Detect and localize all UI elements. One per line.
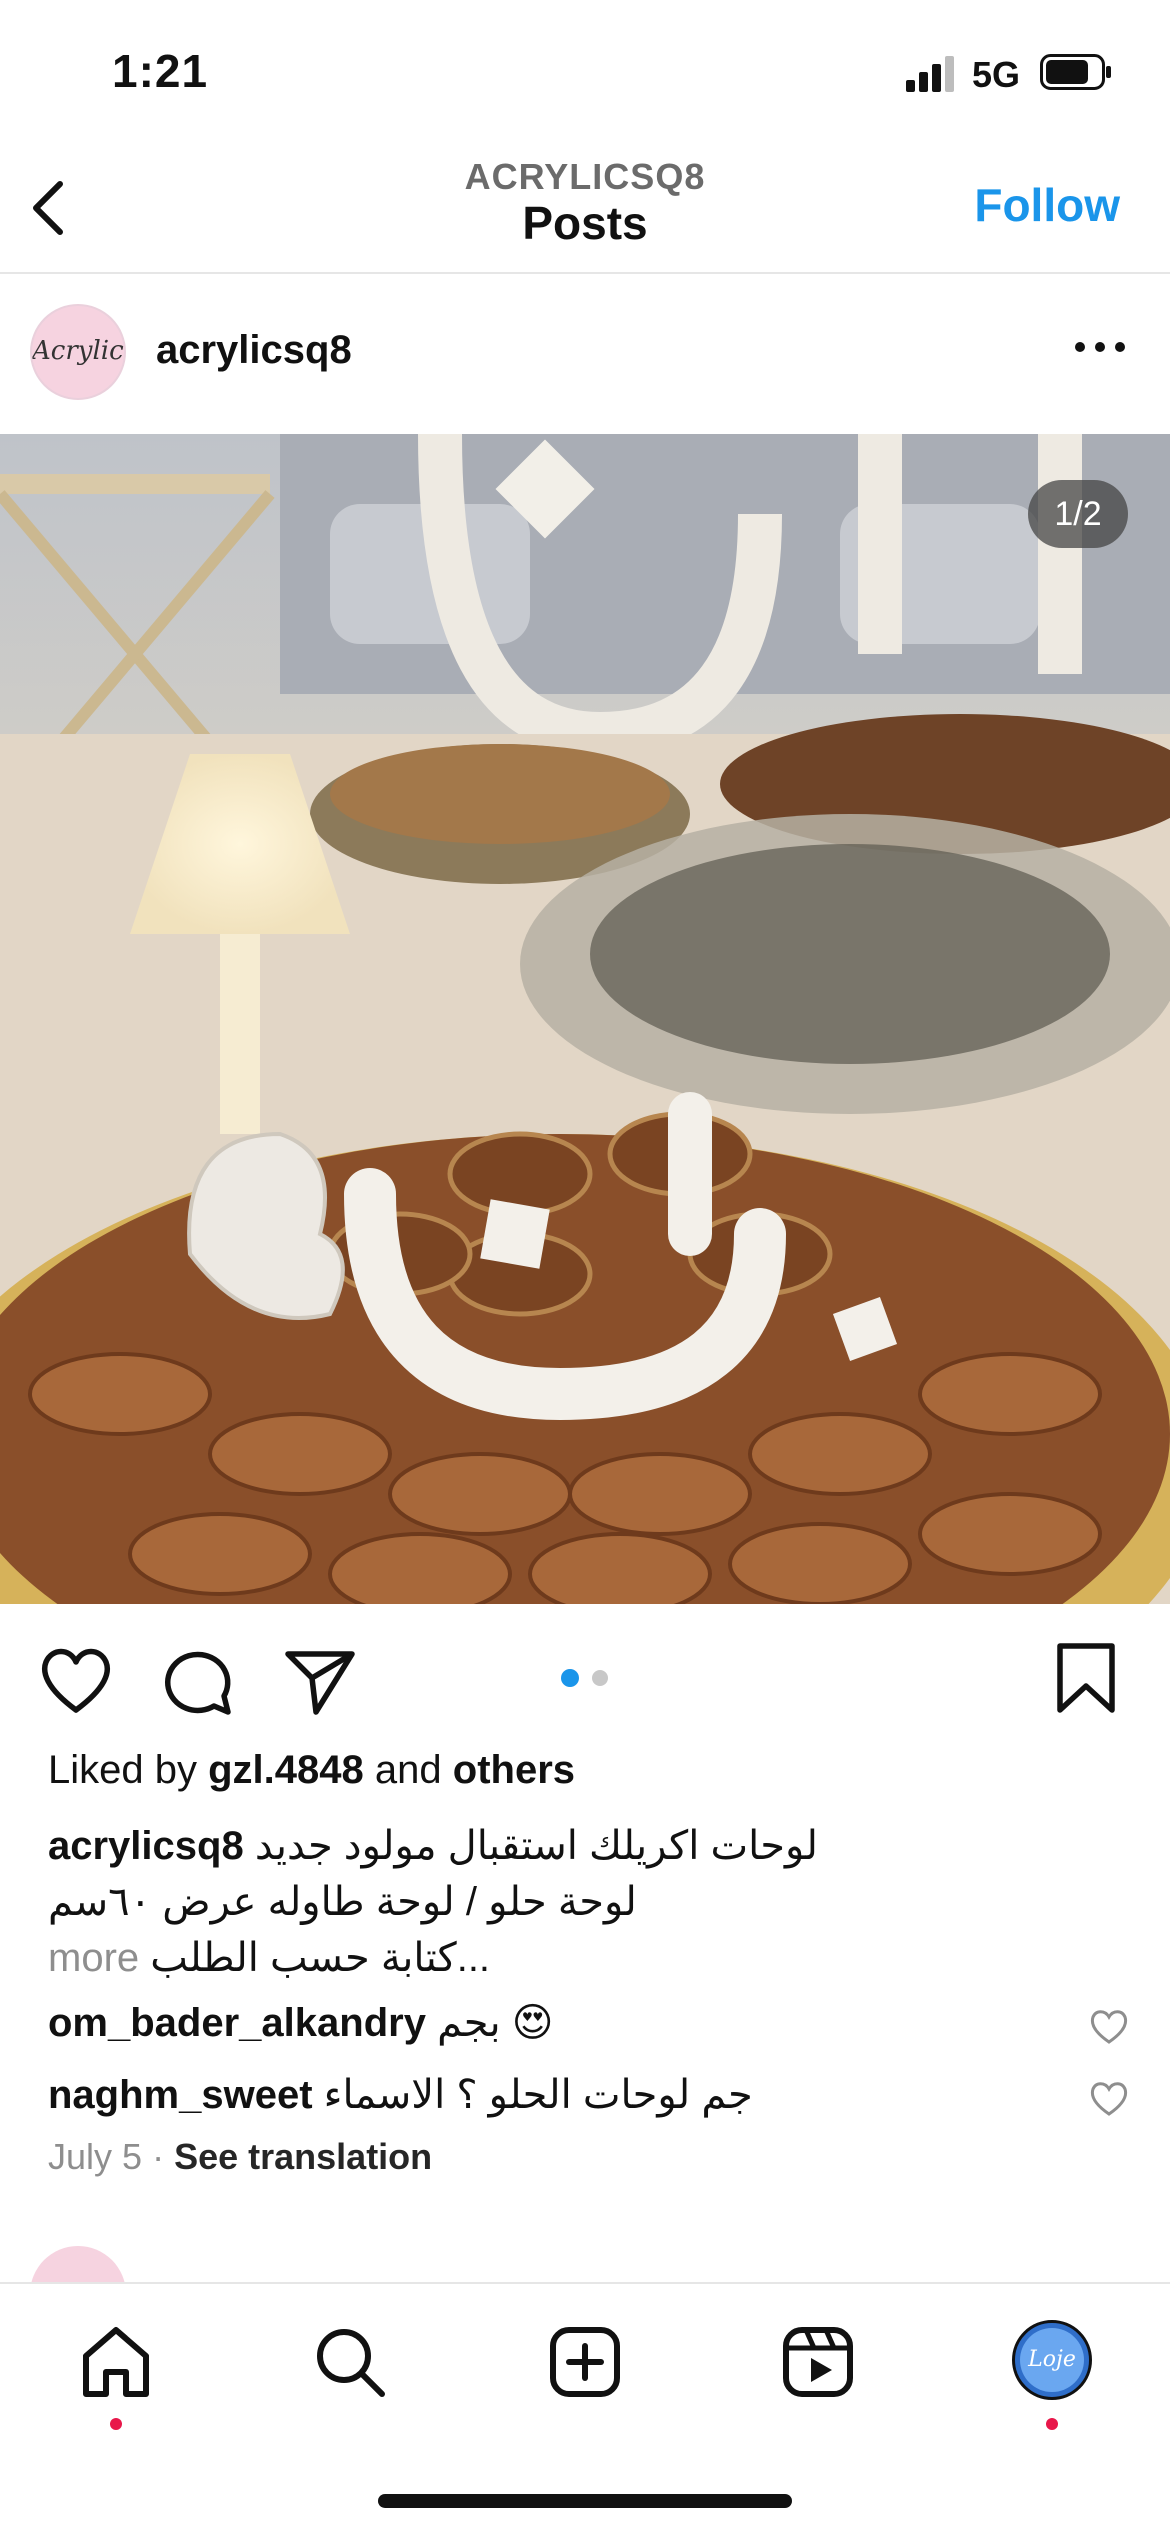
comment-like-heart-icon[interactable] xyxy=(1088,2078,1130,2118)
heart-icon[interactable] xyxy=(36,1640,116,1720)
post-header: Acrylics acrylicsq8 xyxy=(0,276,1170,434)
reels-icon[interactable] xyxy=(778,2322,858,2402)
caption-line-3: more كتابة حسب الطلب... xyxy=(48,1930,1128,1986)
caption-text-1: لوحات اكريلك استقبال مولود جديد xyxy=(254,1824,818,1868)
caption-more-link[interactable]: more xyxy=(48,1936,139,1980)
bookmark-icon[interactable] xyxy=(1046,1638,1126,1718)
caption-username[interactable]: acrylicsq8 xyxy=(48,1824,244,1868)
photo-counter: 1/2 xyxy=(1028,480,1128,548)
comment-row: naghm_sweet جم لوحات الحلو ؟ الاسماء xyxy=(48,2072,1048,2118)
post-meta: July 5 · See translation xyxy=(48,2136,432,2178)
search-icon[interactable] xyxy=(310,2322,390,2402)
next-post-avatar xyxy=(30,2246,126,2282)
comment-like-heart-icon[interactable] xyxy=(1088,2006,1130,2046)
profile-notification-dot xyxy=(1046,2418,1058,2430)
comment-row: om_bader_alkandry بجم 😍 xyxy=(48,2000,1048,2046)
network-label: 5G xyxy=(972,54,1021,95)
nav-header: ACRYLICSQ8 Posts Follow xyxy=(0,150,1170,274)
liked-others[interactable]: others xyxy=(453,1748,575,1792)
post-date: July 5 xyxy=(48,2136,143,2177)
carousel-dots xyxy=(561,1669,608,1687)
comment-text: جم لوحات الحلو ؟ الاسماء xyxy=(323,2073,753,2117)
signal-icon xyxy=(906,56,954,92)
follow-button[interactable]: Follow xyxy=(974,178,1120,232)
comment-icon[interactable] xyxy=(158,1640,238,1720)
status-bar: 1:21 5G xyxy=(0,0,1170,150)
comment-text: بجم 😍 xyxy=(437,2001,554,2045)
profile-avatar-text: Loje xyxy=(1020,2328,1084,2392)
see-translation-link[interactable]: See translation xyxy=(174,2136,432,2177)
post-actions xyxy=(0,1604,1170,1754)
photo-scene xyxy=(0,434,1170,1604)
likes-summary[interactable]: Liked by gzl.4848 and others xyxy=(48,1748,575,1793)
caption-text-2: لوحة حلو / لوحة طاوله عرض ٦٠سم xyxy=(48,1880,637,1924)
meta-separator: · xyxy=(152,2136,165,2177)
create-post-icon[interactable] xyxy=(545,2322,625,2402)
avatar-logo-text: Acrylics xyxy=(32,336,124,366)
comment-user[interactable]: naghm_sweet xyxy=(48,2073,313,2117)
liked-prefix: Liked by xyxy=(48,1748,197,1792)
avatar[interactable]: Acrylics xyxy=(30,304,126,400)
status-time: 1:21 xyxy=(112,45,209,97)
post-caption: acrylicsq8 لوحات اكريلك استقبال مولود جد… xyxy=(48,1818,1128,1986)
share-icon[interactable] xyxy=(280,1640,360,1720)
liked-user[interactable]: gzl.4848 xyxy=(208,1748,364,1792)
home-indicator xyxy=(378,2494,792,2508)
tab-bar: Loje xyxy=(0,2282,1170,2532)
liked-and: and xyxy=(374,1748,442,1792)
comment-user[interactable]: om_bader_alkandry xyxy=(48,2001,426,2045)
home-notification-dot xyxy=(110,2418,122,2430)
profile-avatar[interactable]: Loje xyxy=(1012,2320,1092,2400)
more-options-icon[interactable] xyxy=(1070,332,1130,362)
post-photo[interactable]: 1/2 xyxy=(0,434,1170,1604)
home-icon[interactable] xyxy=(76,2322,156,2402)
caption-text-3: كتابة حسب الطلب... xyxy=(150,1936,491,1980)
battery-icon xyxy=(1040,54,1111,90)
post-username[interactable]: acrylicsq8 xyxy=(156,328,352,373)
caption-line-1: acrylicsq8 لوحات اكريلك استقبال مولود جد… xyxy=(48,1818,1128,1874)
